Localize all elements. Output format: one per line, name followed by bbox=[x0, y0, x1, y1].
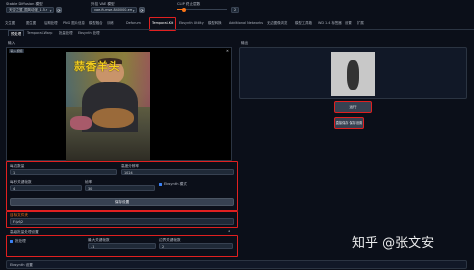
chevron-down-icon: ▾ bbox=[132, 8, 135, 13]
tab-deforum[interactable]: Deforum bbox=[126, 20, 141, 27]
tab-image-browser[interactable]: 无边图像浏览 bbox=[267, 20, 287, 27]
tab-txt2img[interactable]: 文生图 bbox=[5, 20, 15, 27]
border-frames-input[interactable]: 2 bbox=[159, 243, 233, 249]
model-value: 天空之翼_国风动漫_1.5.safetensors [...] bbox=[9, 8, 47, 12]
side-dish bbox=[70, 116, 92, 130]
output-figure bbox=[347, 60, 359, 90]
tab-temporal-kit[interactable]: Temporal-Kit bbox=[152, 20, 173, 27]
tab-wd-tagger[interactable]: WD 1.4 标签器 bbox=[318, 20, 342, 27]
video-label: 输入视频 bbox=[9, 49, 25, 53]
tab-settings[interactable]: 设置 bbox=[345, 20, 352, 27]
tab-merge[interactable]: 模型融合 bbox=[89, 20, 103, 27]
tab-extras[interactable]: 后期处理 bbox=[44, 20, 58, 27]
video-frame: 蒜香羊头 bbox=[66, 52, 150, 161]
output-title: 输出 bbox=[241, 41, 249, 45]
save-settings-output-button[interactable]: 直接保存 保存设置 bbox=[334, 117, 364, 129]
run-button[interactable]: 运行 bbox=[334, 101, 372, 113]
tab-additional-networks[interactable]: Additional Networks bbox=[229, 20, 263, 27]
frames-input[interactable]: 30 bbox=[85, 185, 155, 191]
video-area[interactable]: 输入视频 ✕ 蒜香羊头 bbox=[6, 47, 232, 161]
input-title: 输入 bbox=[8, 41, 16, 45]
tab-model-toolkit[interactable]: 模型工具箱 bbox=[295, 20, 312, 27]
ebsynth-settings-accordion[interactable]: Ebsynth 设置 bbox=[6, 260, 467, 269]
refresh-icon: ⟳ bbox=[57, 8, 61, 13]
tab-train[interactable]: 训练 bbox=[107, 20, 114, 27]
video-caption: 蒜香羊头 bbox=[74, 60, 120, 73]
collapse-icon[interactable]: ◂ bbox=[228, 229, 230, 233]
tab-model-convert[interactable]: 模型转换 bbox=[208, 20, 222, 27]
fps-input[interactable]: 4 bbox=[10, 185, 82, 191]
batch-label: 批处理 bbox=[15, 239, 26, 243]
tab-img2img[interactable]: 图生图 bbox=[26, 20, 36, 27]
target-folder-input[interactable]: F:\zl\2 bbox=[10, 218, 234, 225]
height-input[interactable]: 1024 bbox=[121, 169, 234, 175]
chevron-down-icon: ▾ bbox=[49, 8, 52, 13]
watermark: 知乎 @张文安 bbox=[352, 236, 435, 251]
tab-ebsynth-utility[interactable]: Ebsynth Utility bbox=[179, 20, 204, 27]
clip-label: CLIP 终止层数 bbox=[177, 2, 201, 6]
subtab-preprocess[interactable]: 预处理 bbox=[8, 30, 25, 36]
tab-png-info[interactable]: PNG 图片信息 bbox=[63, 20, 85, 27]
tab-extensions[interactable]: 扩展 bbox=[357, 20, 364, 27]
output-image bbox=[331, 52, 375, 96]
clip-slider-handle[interactable] bbox=[182, 7, 186, 12]
vae-value: vae-ft-mse-840000-ema-pruned.safetensors bbox=[94, 8, 132, 12]
subtab-batch[interactable]: 批量处理 bbox=[59, 30, 73, 36]
refresh-models-button[interactable]: ⟳ bbox=[56, 7, 62, 13]
max-keyframes-input[interactable]: -1 bbox=[88, 243, 156, 249]
close-icon[interactable]: ✕ bbox=[226, 49, 229, 53]
refresh-vae-button[interactable]: ⟳ bbox=[139, 7, 145, 13]
save-settings-button[interactable]: 保存设置 bbox=[10, 198, 234, 206]
ebsynth-mode-checkbox[interactable] bbox=[159, 183, 162, 186]
batch-checkbox[interactable] bbox=[10, 240, 13, 243]
vae-select[interactable]: vae-ft-mse-840000-ema-pruned.safetensors… bbox=[91, 7, 137, 13]
ebsynth-mode-label: Ebsynth 模式 bbox=[164, 182, 187, 186]
sides-input[interactable]: 1 bbox=[10, 169, 117, 175]
subtab-ebsynth-process[interactable]: Ebsynth 处理 bbox=[78, 30, 100, 36]
model-select[interactable]: 天空之翼_国风动漫_1.5.safetensors [...] ▾ bbox=[6, 7, 54, 13]
refresh-icon: ⟳ bbox=[140, 8, 144, 13]
output-area bbox=[239, 47, 467, 99]
subtab-temporal-warp[interactable]: Temporal-Warp bbox=[27, 30, 52, 36]
ebsynth-settings-label: Ebsynth 设置 bbox=[10, 263, 33, 267]
food-plate bbox=[92, 108, 134, 128]
clip-value[interactable]: 2 bbox=[231, 7, 239, 13]
